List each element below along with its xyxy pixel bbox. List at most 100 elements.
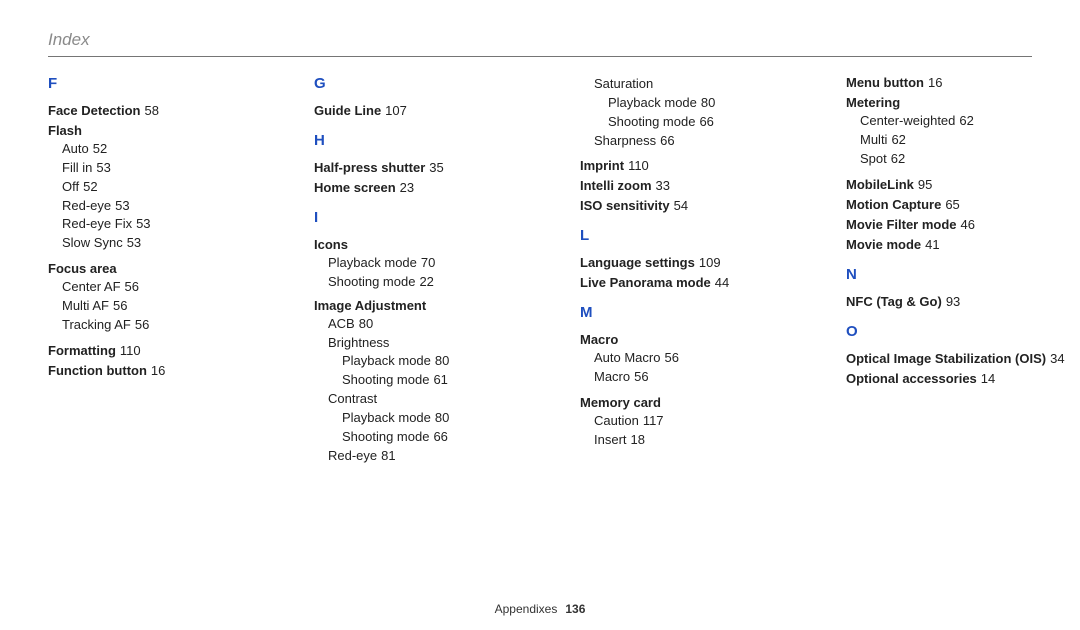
entry-label: Insert [594,432,627,447]
entry-label: Intelli zoom [580,178,652,193]
entry-label: Shooting mode [608,114,695,129]
entry-label: Red-eye [62,198,111,213]
subsub-ia-br-sh: Shooting mode 61 [342,371,552,390]
page-ref: 62 [959,113,973,128]
column-1: F Face Detection58 Flash Auto52 Fill in5… [48,75,286,575]
page-ref: 53 [96,160,110,175]
entry-label: Caution [594,413,639,428]
entry-ois: Optical Image Stabilization (OIS) 34 [846,351,1080,366]
entry-label: Multi AF [62,298,109,313]
sub-ia-contrast: Contrast [328,390,552,409]
page-ref: 54 [674,198,688,213]
page-ref: 56 [135,317,149,332]
entry-label: Playback mode [608,95,697,110]
page-ref: 22 [419,274,433,289]
entry-movie-filter: Movie Filter mode46 [846,217,1080,232]
subsub-ia-sa-pb: Playback mode 80 [608,94,818,113]
page-ref: 34 [1050,351,1064,366]
page-ref: 65 [945,197,959,212]
letter-o: O [846,323,1080,340]
page-ref: 61 [433,372,447,387]
entry-label: Playback mode [328,255,417,270]
entry-label: Half-press shutter [314,160,425,175]
entry-label: Optional accessories [846,371,977,386]
entry-flash: Flash [48,123,286,138]
page-ref: 80 [359,316,373,331]
sub-flash-slowsync: Slow Sync53 [62,234,286,253]
page-ref: 53 [127,235,141,250]
entry-label: Tracking AF [62,317,131,332]
footer-section: Appendixes [495,602,558,616]
entry-label: Motion Capture [846,197,941,212]
page-ref: 33 [656,178,670,193]
page-footer: Appendixes 136 [0,602,1080,616]
footer-page-number: 136 [565,602,585,616]
sub-ia-brightness: Brightness [328,334,552,353]
entry-label: Playback mode [342,353,431,368]
entry-icons: Icons [314,237,552,252]
page-ref: 107 [385,103,407,118]
page-ref: 66 [433,429,447,444]
sub-flash-fillin: Fill in 53 [62,159,286,178]
letter-h: H [314,132,552,149]
sub-fa-track: Tracking AF 56 [62,316,286,335]
sub-mc-insert: Insert18 [594,431,818,450]
entry-label: Face Detection [48,103,140,118]
sub-mc-caution: Caution117 [594,412,818,431]
page-ref: 62 [891,151,905,166]
page-ref: 53 [115,198,129,213]
entry-iso: ISO sensitivity54 [580,198,818,213]
entry-face-detection: Face Detection 58 [48,103,286,118]
entry-label: Red-eye Fix [62,216,132,231]
entry-label: Function button [48,363,147,378]
subsub-ia-ct-sh: Shooting mode66 [342,428,552,447]
entry-label: Macro [594,369,630,384]
sub-met-spot: Spot62 [860,150,1080,169]
entry-label: Formatting [48,343,116,358]
page-ref: 56 [634,369,648,384]
page-ref: 52 [93,141,107,156]
page-ref: 66 [660,133,674,148]
entry-label: Optical Image Stabilization (OIS) [846,351,1046,366]
entry-label: Movie mode [846,237,921,252]
entry-intelli-zoom: Intelli zoom 33 [580,178,818,193]
letter-i: I [314,209,552,226]
title-rule [48,56,1032,57]
entry-language: Language settings109 [580,255,818,270]
entry-label: ACB [328,316,355,331]
sub-ia-redeye: Red-eye81 [328,447,552,466]
page-ref: 58 [144,103,158,118]
sub-flash-redeyefix: Red-eye Fix53 [62,215,286,234]
entry-label: Live Panorama mode [580,275,711,290]
page-ref: 80 [701,95,715,110]
page-ref: 81 [381,448,395,463]
entry-live-panorama: Live Panorama mode44 [580,275,818,290]
entry-memory-card: Memory card [580,395,818,410]
sub-ia-saturation: Saturation [594,75,818,94]
entry-focus-area: Focus area [48,261,286,276]
page-ref: 35 [429,160,443,175]
entry-metering: Metering [846,95,1080,110]
sub-flash-redeye: Red-eye 53 [62,197,286,216]
entry-half-press: Half-press shutter 35 [314,160,552,175]
entry-function-button: Function button16 [48,363,286,378]
subsub-ia-br-pb: Playback mode80 [342,352,552,371]
entry-movie-mode: Movie mode41 [846,237,1080,252]
sub-fa-center: Center AF56 [62,278,286,297]
sub-macro-auto: Auto Macro56 [594,349,818,368]
entry-nfc: NFC (Tag & Go)93 [846,294,1080,309]
entry-label: Shooting mode [342,372,429,387]
page-ref: 110 [120,343,141,358]
entry-mobilelink: MobileLink95 [846,177,1080,192]
sub-flash-off: Off52 [62,178,286,197]
entry-label: Fill in [62,160,92,175]
column-4: Menu button16 Metering Center-weighted62… [846,75,1080,575]
column-3: Saturation Playback mode 80 Shooting mode… [580,75,818,575]
page-ref: 56 [113,298,127,313]
page-ref: 110 [628,158,649,173]
sub-fa-multi: Multi AF 56 [62,297,286,316]
entry-home-screen: Home screen23 [314,180,552,195]
sub-flash-auto: Auto52 [62,140,286,159]
letter-l: L [580,227,818,244]
page-ref: 52 [83,179,97,194]
